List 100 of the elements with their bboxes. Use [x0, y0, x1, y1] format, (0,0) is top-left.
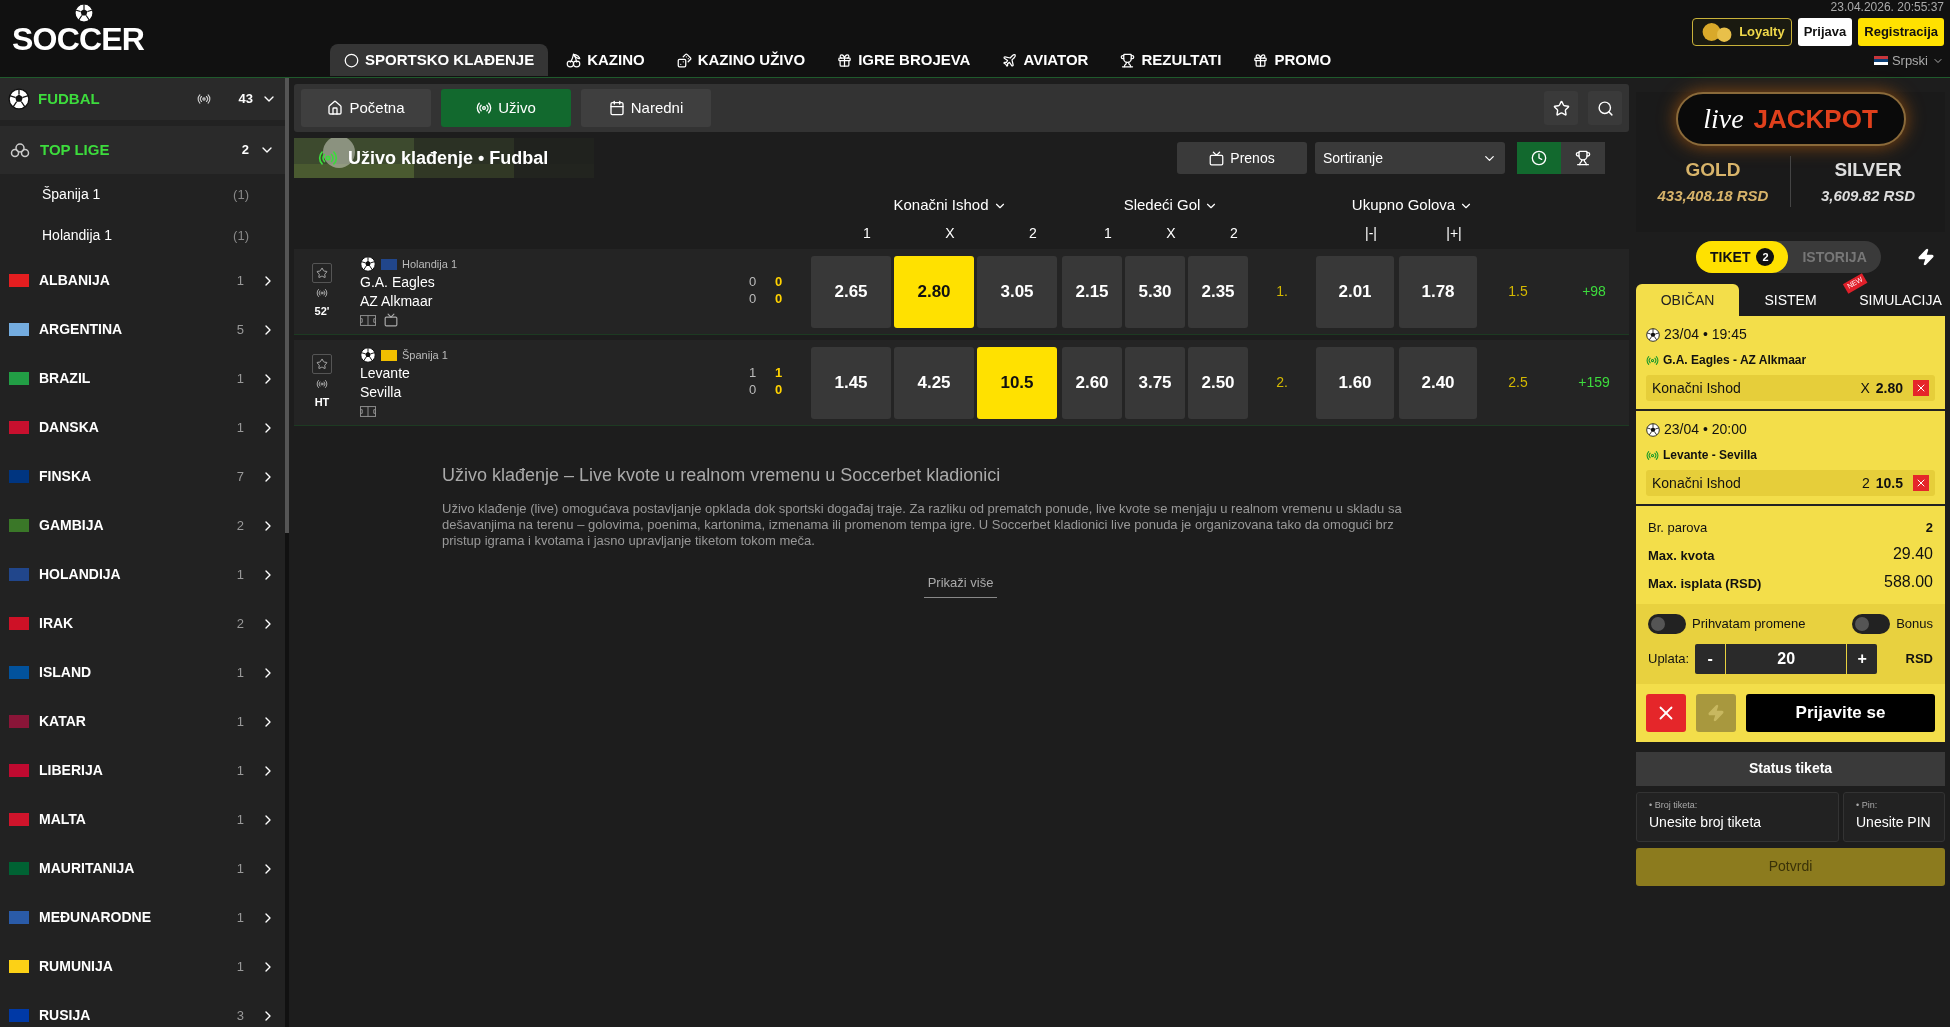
country-item[interactable]: BRAZIL: [39, 368, 227, 389]
nav-tab[interactable]: PROMO: [1239, 44, 1346, 76]
country-item[interactable]: RUSIJA: [39, 1005, 227, 1026]
clear-button[interactable]: [1646, 693, 1686, 732]
ticket-field[interactable]: • Broj tiketa: Unesite broj tiketa: [1636, 791, 1839, 842]
trophy-view-button[interactable]: [1561, 142, 1605, 174]
odds-button[interactable]: 10.5: [977, 346, 1057, 419]
nav-tab[interactable]: SPORTSKO KLAĐENJE: [330, 44, 549, 76]
scrollbar[interactable]: [285, 78, 289, 533]
view-tab[interactable]: Uživo: [441, 89, 571, 127]
stake-field[interactable]: 20: [1726, 643, 1847, 674]
register-button[interactable]: Registracija: [1858, 18, 1944, 46]
nav-tab[interactable]: KAZINO: [552, 44, 659, 76]
count: 1: [236, 908, 244, 927]
odds-button[interactable]: 2.15: [1062, 255, 1122, 328]
odds-button[interactable]: 1.45: [811, 346, 891, 419]
country-item[interactable]: ISLAND: [39, 662, 227, 683]
outcome-label: 2: [1229, 224, 1239, 243]
ticket-field[interactable]: • Pin: Unesite PIN: [1843, 791, 1945, 842]
favorite-button[interactable]: [312, 354, 332, 375]
toggle-switch[interactable]: [1852, 613, 1891, 634]
country-item[interactable]: RUMUNIJA: [39, 956, 227, 977]
sport-row[interactable]: FUDBAL 43: [0, 78, 285, 120]
odds-button[interactable]: 2.50: [1188, 346, 1248, 419]
odds-button[interactable]: 2.60: [1062, 346, 1122, 419]
top-leagues-row[interactable]: TOP LIGE 2: [0, 126, 285, 174]
nav-tab[interactable]: KAZINO UŽIVO: [662, 44, 820, 76]
favorite-button[interactable]: [312, 263, 332, 284]
outcome-label: |+|: [1445, 224, 1463, 243]
country-item[interactable]: MAURITANIJA: [39, 858, 227, 879]
odds-button[interactable]: 1.78: [1399, 255, 1477, 328]
market-header[interactable]: Sledeći Gol: [1123, 194, 1219, 217]
toggle-label: Bonus: [1896, 614, 1933, 633]
market-header[interactable]: Konačni Ishod: [893, 194, 1007, 217]
remove-button[interactable]: [1913, 475, 1929, 491]
odds-button[interactable]: 5.30: [1125, 255, 1185, 328]
home-icon: [327, 100, 344, 116]
increase-button[interactable]: +: [1847, 643, 1878, 674]
odds-button[interactable]: 2.65: [811, 255, 891, 328]
country-item[interactable]: MALTA: [39, 809, 227, 830]
country-item[interactable]: ARGENTINA: [39, 319, 227, 340]
ticket-input[interactable]: Unesite PIN: [1856, 812, 1932, 833]
nav-tab[interactable]: IGRE BROJEVA: [823, 44, 985, 76]
ticket-type-tab[interactable]: OBIČAN: [1636, 284, 1739, 316]
show-more-link[interactable]: Prikaži više: [923, 573, 998, 598]
country-item[interactable]: LIBERIJA: [39, 760, 227, 781]
favorites-button[interactable]: [1544, 91, 1578, 125]
remove-button[interactable]: [1913, 380, 1929, 396]
odds-button[interactable]: 3.75: [1125, 346, 1185, 419]
login-submit-button[interactable]: Prijavite se: [1746, 693, 1935, 732]
country-item[interactable]: MEĐUNARODNE: [39, 907, 227, 928]
country-item[interactable]: KATAR: [39, 711, 227, 732]
country-item[interactable]: HOLANDIJA: [39, 564, 227, 585]
view-tab[interactable]: Naredni: [581, 89, 711, 127]
odds-button[interactable]: 1.60: [1316, 346, 1394, 419]
view-tab[interactable]: Početna: [301, 89, 431, 127]
live-icon: [197, 92, 211, 106]
ticket-tab[interactable]: TIKET 2: [1696, 241, 1789, 273]
gift-icon: [837, 52, 853, 68]
country-item[interactable]: DANSKA: [39, 417, 227, 438]
language-select[interactable]: Srpski: [1873, 51, 1944, 71]
toggle-switch[interactable]: [1648, 613, 1686, 634]
team-name: Levante: [360, 364, 411, 383]
count: 1: [236, 712, 244, 731]
football-icon: [8, 88, 30, 110]
odds-button[interactable]: 4.25: [894, 346, 974, 419]
selection-odd: 10.5: [1875, 473, 1903, 493]
selection-market: Konačni Ishod: [1652, 378, 1742, 398]
clock-view-button[interactable]: [1517, 142, 1561, 174]
market-header[interactable]: Ukupno Golova: [1351, 194, 1474, 217]
loyalty-button[interactable]: Loyalty: [1692, 18, 1792, 46]
country-item[interactable]: GAMBIJA: [39, 515, 227, 536]
sort-select[interactable]: Sortiranje: [1315, 142, 1505, 174]
datetime: 23.04.2026. 20:55:37: [1830, 0, 1944, 14]
ticket-input[interactable]: Unesite broj tiketa: [1649, 812, 1826, 833]
decrease-button[interactable]: -: [1695, 643, 1726, 674]
league-item[interactable]: Holandija 1: [42, 225, 234, 246]
close-icon: [1915, 477, 1927, 489]
login-button[interactable]: Prijava: [1797, 18, 1853, 46]
nav-tab[interactable]: AVIATOR: [988, 44, 1103, 76]
country-item[interactable]: IRAK: [39, 613, 227, 634]
status-header[interactable]: Status tiketa: [1636, 751, 1945, 786]
country-item[interactable]: ALBANIJA: [39, 270, 227, 291]
field-label: • Broj tiketa:: [1649, 798, 1699, 812]
odds-button[interactable]: 2.80: [894, 255, 974, 328]
league-item[interactable]: Španija 1: [42, 184, 234, 205]
more-markets-link[interactable]: +159: [1559, 372, 1629, 393]
live-icon: [476, 100, 493, 116]
odds-button[interactable]: 3.05: [977, 255, 1057, 328]
odds-button[interactable]: 2.40: [1399, 346, 1477, 419]
more-markets-link[interactable]: +98: [1559, 281, 1629, 302]
odds-button[interactable]: 2.01: [1316, 255, 1394, 328]
search-button[interactable]: [1588, 91, 1622, 125]
nav-tab[interactable]: REZULTATI: [1106, 44, 1236, 76]
stream-button[interactable]: Prenos: [1177, 142, 1307, 174]
odds-button[interactable]: 2.35: [1188, 255, 1248, 328]
country-item[interactable]: FINSKA: [39, 466, 227, 487]
ticket-type-tab[interactable]: SISTEM: [1739, 284, 1842, 316]
selection-market: Konačni Ishod: [1652, 473, 1742, 493]
count: 2: [241, 141, 249, 160]
